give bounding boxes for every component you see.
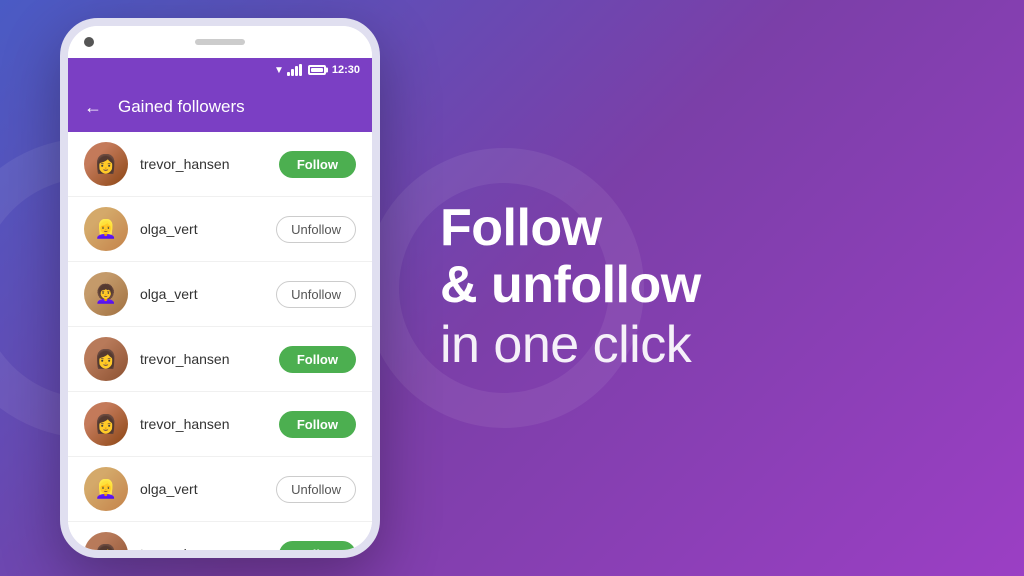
app-header: ← Gained followers <box>68 82 372 132</box>
list-item: 👩 trevor_hansen Follow <box>68 327 372 392</box>
username: trevor_hansen <box>140 156 267 172</box>
avatar: 👩 <box>84 532 128 550</box>
battery-icon <box>308 65 326 75</box>
unfollow-button[interactable]: Unfollow <box>276 281 356 308</box>
tagline-line3: in one click <box>440 314 964 376</box>
unfollow-button[interactable]: Unfollow <box>276 216 356 243</box>
avatar: 👩‍🦱 <box>84 272 128 316</box>
avatar: 👩 <box>84 402 128 446</box>
wifi-icon: ▼ <box>274 65 284 76</box>
status-time: 12:30 <box>332 64 360 76</box>
list-item: 👱‍♀️ olga_vert Unfollow <box>68 457 372 522</box>
avatar: 👱‍♀️ <box>84 467 128 511</box>
list-item: 👩 trevor_hansen Follow <box>68 132 372 197</box>
follow-button[interactable]: Follow <box>279 151 356 178</box>
list-item: 👩‍🦱 olga_vert Unfollow <box>68 262 372 327</box>
signal-bar-4 <box>299 64 302 76</box>
status-bar: ▼ 12:30 <box>68 58 372 82</box>
signal-icon <box>287 64 302 76</box>
follow-button[interactable]: Follow <box>279 541 356 551</box>
list-item: 👩 trevor_hansen Follow <box>68 392 372 457</box>
username: olga_vert <box>140 481 264 497</box>
avatar: 👩 <box>84 337 128 381</box>
follow-button[interactable]: Follow <box>279 411 356 438</box>
tagline-line2: & unfollow <box>440 257 964 314</box>
back-button[interactable]: ← <box>84 97 102 118</box>
signal-bar-3 <box>295 66 298 76</box>
phone-mockup: ▼ 12:30 ← Gained followers 👩 trevor_hanse… <box>60 18 380 558</box>
tagline-panel: Follow & unfollow in one click <box>380 200 964 377</box>
unfollow-button[interactable]: Unfollow <box>276 476 356 503</box>
phone-speaker <box>195 39 245 45</box>
username: trevor_hansen <box>140 546 267 550</box>
list-item: 👩 trevor_hansen Follow <box>68 522 372 550</box>
battery-fill <box>311 68 323 72</box>
username: trevor_hansen <box>140 351 267 367</box>
avatar: 👱‍♀️ <box>84 207 128 251</box>
username: trevor_hansen <box>140 416 267 432</box>
phone-camera <box>84 37 94 47</box>
screen-title: Gained followers <box>118 97 245 117</box>
username: olga_vert <box>140 286 264 302</box>
avatar: 👩 <box>84 142 128 186</box>
list-item: 👱‍♀️ olga_vert Unfollow <box>68 197 372 262</box>
username: olga_vert <box>140 221 264 237</box>
signal-bar-1 <box>287 72 290 76</box>
follow-button[interactable]: Follow <box>279 346 356 373</box>
tagline-line1: Follow <box>440 200 964 257</box>
signal-bar-2 <box>291 69 294 76</box>
phone-frame: ▼ 12:30 ← Gained followers 👩 trevor_hanse… <box>60 18 380 558</box>
user-list: 👩 trevor_hansen Follow 👱‍♀️ olga_vert Unfollo… <box>68 132 372 550</box>
phone-top-bar <box>68 26 372 58</box>
